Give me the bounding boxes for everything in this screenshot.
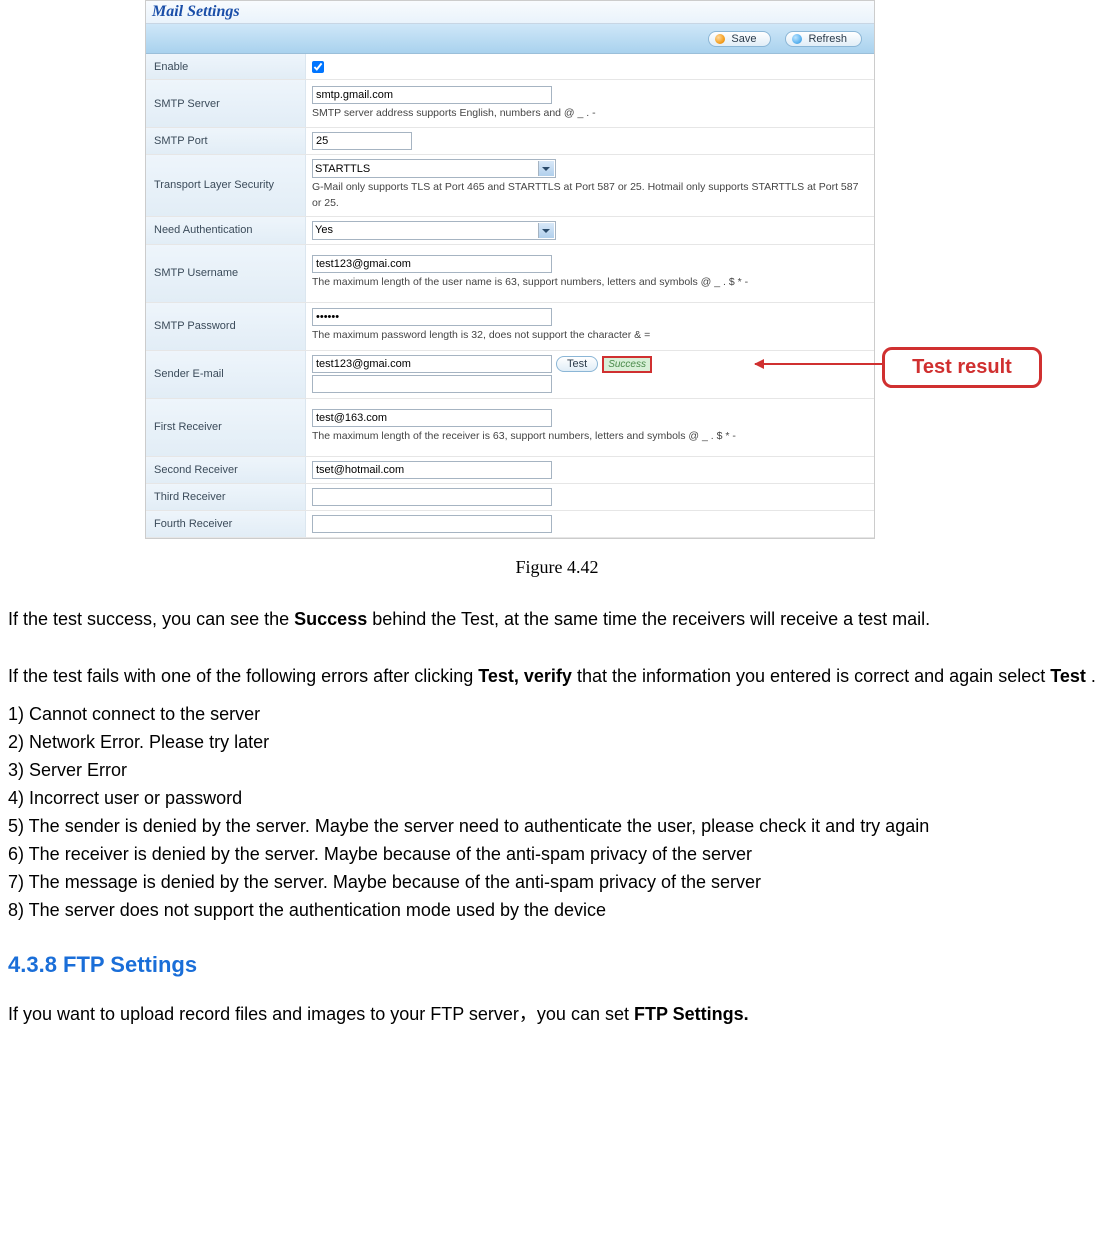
error-item: 1) Cannot connect to the server [8, 701, 1106, 729]
hint-smtp-pass: The maximum password length is 32, does … [312, 328, 868, 344]
figure-caption: Figure 4.42 [0, 557, 1114, 578]
row-need-auth: Need Authentication [146, 217, 874, 245]
row-smtp-port: SMTP Port [146, 128, 874, 155]
row-sender: Sender E-mail Test Success [146, 351, 874, 399]
label-smtp-port: SMTP Port [146, 128, 306, 154]
section-heading-ftp: 4.3.8 FTP Settings [8, 948, 1106, 982]
smtp-server-input[interactable] [312, 86, 552, 104]
enable-checkbox[interactable] [312, 61, 324, 73]
need-auth-select[interactable] [312, 221, 556, 240]
sender-email-input[interactable] [312, 355, 552, 373]
row-third-receiver: Third Receiver [146, 484, 874, 511]
label-fourth-receiver: Fourth Receiver [146, 511, 306, 537]
label-first-receiver: First Receiver [146, 399, 306, 456]
row-smtp-user: SMTP Username The maximum length of the … [146, 245, 874, 303]
hint-first-receiver: The maximum length of the receiver is 63… [312, 429, 868, 445]
hint-smtp-server: SMTP server address supports English, nu… [312, 106, 868, 122]
sender-email-input-2[interactable] [312, 375, 552, 393]
label-smtp-user: SMTP Username [146, 245, 306, 302]
label-second-receiver: Second Receiver [146, 457, 306, 483]
error-item: 8) The server does not support the authe… [8, 897, 1106, 925]
test-result-badge: Success [602, 356, 652, 373]
annotation-text: Test result [882, 347, 1042, 388]
error-item: 6) The receiver is denied by the server.… [8, 841, 1106, 869]
paragraph-success: If the test success, you can see the Suc… [8, 606, 1106, 634]
row-first-receiver: First Receiver The maximum length of the… [146, 399, 874, 457]
smtp-port-input[interactable] [312, 132, 412, 150]
third-receiver-input[interactable] [312, 488, 552, 506]
page-title: Mail Settings [152, 3, 240, 20]
row-fourth-receiver: Fourth Receiver [146, 511, 874, 538]
tls-select[interactable] [312, 159, 556, 178]
paragraph-fail-intro: If the test fails with one of the follow… [8, 663, 1106, 691]
row-enable: Enable [146, 54, 874, 80]
smtp-password-input[interactable] [312, 308, 552, 326]
mail-settings-screenshot: Mail Settings Save Refresh Enable SMTP S… [145, 0, 875, 539]
error-list: 1) Cannot connect to the server 2) Netwo… [8, 701, 1106, 924]
second-receiver-input[interactable] [312, 461, 552, 479]
header-bar: Save Refresh [146, 24, 874, 54]
first-receiver-input[interactable] [312, 409, 552, 427]
paragraph-ftp: If you want to upload record files and i… [8, 1001, 1106, 1029]
document-body: If the test success, you can see the Suc… [0, 606, 1114, 1029]
row-smtp-pass: SMTP Password The maximum password lengt… [146, 303, 874, 351]
test-button[interactable]: Test [556, 356, 598, 372]
label-sender: Sender E-mail [146, 351, 306, 398]
label-smtp-pass: SMTP Password [146, 303, 306, 350]
hint-tls: G-Mail only supports TLS at Port 465 and… [312, 180, 868, 212]
error-item: 5) The sender is denied by the server. M… [8, 813, 1106, 841]
error-item: 4) Incorrect user or password [8, 785, 1106, 813]
label-smtp-server: SMTP Server [146, 80, 306, 127]
row-second-receiver: Second Receiver [146, 457, 874, 484]
title-bar: Mail Settings [146, 1, 874, 24]
save-button[interactable]: Save [708, 31, 771, 47]
error-item: 2) Network Error. Please try later [8, 729, 1106, 757]
label-third-receiver: Third Receiver [146, 484, 306, 510]
settings-panel: Enable SMTP Server SMTP server address s… [146, 54, 874, 538]
refresh-button[interactable]: Refresh [785, 31, 862, 47]
hint-smtp-user: The maximum length of the user name is 6… [312, 275, 868, 291]
annotation-arrow [755, 363, 883, 365]
error-item: 3) Server Error [8, 757, 1106, 785]
row-smtp-server: SMTP Server SMTP server address supports… [146, 80, 874, 128]
fourth-receiver-input[interactable] [312, 515, 552, 533]
label-tls: Transport Layer Security [146, 155, 306, 216]
label-need-auth: Need Authentication [146, 217, 306, 244]
annotation-callout: Test result [882, 347, 1042, 388]
error-item: 7) The message is denied by the server. … [8, 869, 1106, 897]
label-enable: Enable [146, 54, 306, 79]
row-tls: Transport Layer Security G-Mail only sup… [146, 155, 874, 217]
smtp-username-input[interactable] [312, 255, 552, 273]
